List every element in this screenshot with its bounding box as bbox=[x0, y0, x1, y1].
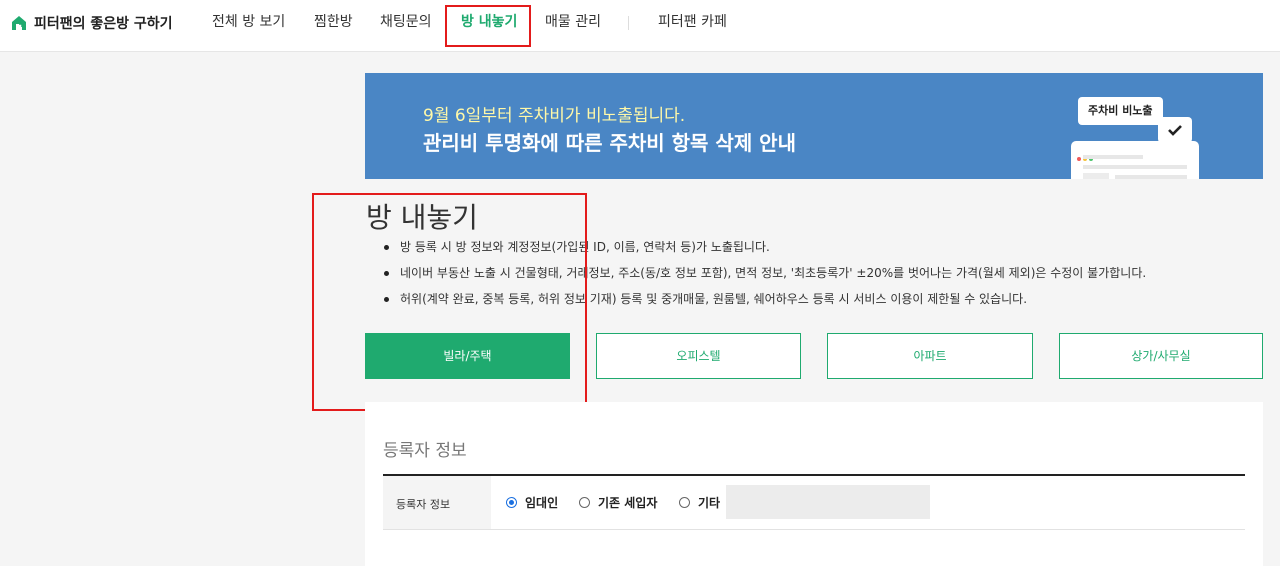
banner-title: 관리비 투명화에 따른 주차비 항목 삭제 안내 bbox=[423, 131, 796, 155]
type-apartment-button[interactable]: 아파트 bbox=[827, 333, 1033, 379]
banner-bubble: 주차비 비노출 bbox=[1078, 97, 1163, 125]
radio-other[interactable]: 기타 bbox=[679, 494, 720, 511]
radio-label: 임대인 bbox=[525, 496, 559, 510]
card-line bbox=[1083, 155, 1143, 159]
notice-banner[interactable]: 9월 6일부터 주차비가 비노출됩니다. 관리비 투명화에 따른 주차비 항목 … bbox=[365, 73, 1263, 179]
nav-item-chat[interactable]: 채팅문의 bbox=[380, 12, 432, 32]
card-line bbox=[1115, 175, 1187, 179]
nav-divider bbox=[628, 16, 629, 30]
card-line bbox=[1083, 165, 1187, 169]
brand-name: 피터팬의 좋은방 구하기 bbox=[34, 16, 173, 32]
highlight-box-nav bbox=[445, 5, 531, 47]
nav-item-favorites[interactable]: 찜한방 bbox=[314, 12, 353, 32]
section-title: 등록자 정보 bbox=[383, 441, 467, 461]
card-block bbox=[1083, 173, 1109, 179]
checkmark-icon bbox=[1158, 117, 1192, 143]
radio-label: 기존 세입자 bbox=[598, 496, 658, 510]
type-commercial-office-button[interactable]: 상가/사무실 bbox=[1059, 333, 1263, 379]
radio-dot-icon bbox=[506, 497, 517, 508]
section-divider bbox=[383, 474, 1245, 476]
radio-dot-icon bbox=[679, 497, 690, 508]
nav-item-manage-listings[interactable]: 매물 관리 bbox=[545, 12, 601, 32]
highlight-box-title bbox=[312, 193, 587, 411]
row-divider bbox=[383, 529, 1245, 530]
radio-landlord[interactable]: 임대인 bbox=[506, 494, 558, 511]
nav-item-all-rooms[interactable]: 전체 방 보기 bbox=[212, 12, 285, 32]
nav-item-cafe[interactable]: 피터팬 카페 bbox=[658, 12, 727, 32]
radio-dot-icon bbox=[579, 497, 590, 508]
brand-logo-link[interactable]: 피터팬의 좋은방 구하기 bbox=[10, 12, 173, 34]
registrant-form-panel: 등록자 정보 등록자 정보 임대인 기존 세입자 기타 bbox=[365, 402, 1263, 566]
top-nav: 피터팬의 좋은방 구하기 전체 방 보기 찜한방 채팅문의 방 내놓기 매물 관… bbox=[0, 0, 1280, 52]
type-officetel-button[interactable]: 오피스텔 bbox=[596, 333, 801, 379]
radio-label: 기타 bbox=[698, 496, 721, 510]
house-logo-icon bbox=[12, 16, 26, 30]
other-text-input[interactable] bbox=[726, 485, 930, 519]
banner-illustration-card bbox=[1071, 141, 1199, 179]
row-label: 등록자 정보 bbox=[396, 498, 451, 511]
radio-existing-tenant[interactable]: 기존 세입자 bbox=[579, 494, 657, 511]
banner-subtitle: 9월 6일부터 주차비가 비노출됩니다. bbox=[423, 106, 686, 126]
